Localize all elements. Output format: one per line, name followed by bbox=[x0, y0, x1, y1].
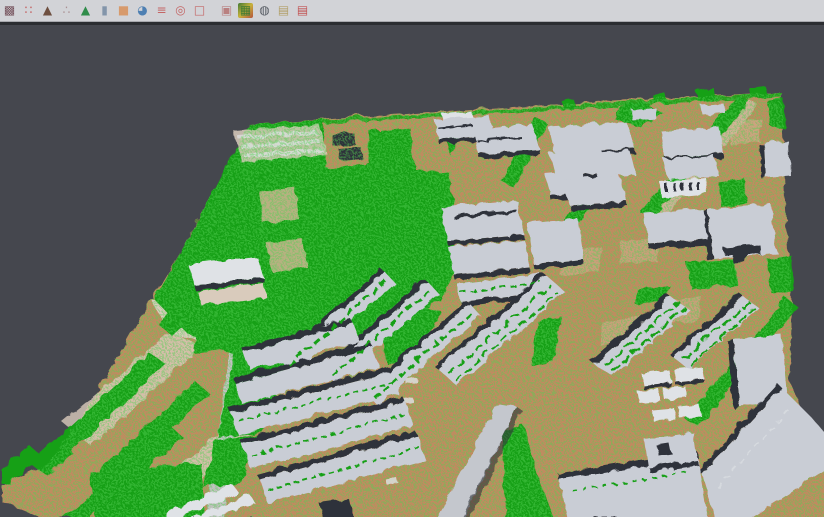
layers-icon[interactable]: ≡ bbox=[154, 3, 169, 18]
sphere-dark-icon[interactable]: ◍ bbox=[257, 3, 272, 18]
globe-icon[interactable]: ◕ bbox=[135, 3, 150, 18]
terrain-green-icon[interactable]: ▲ bbox=[78, 3, 93, 18]
export-doc-icon[interactable]: ▤ bbox=[276, 3, 291, 18]
sparse-points-icon[interactable]: ∴ bbox=[59, 3, 74, 18]
application-window: ▩ ∷ ▲ ∴ ▲ ▮ ■ ◕ ≡ ◎ □ ▣ ▦ ◍ ▤ ▤ bbox=[0, 0, 824, 517]
mesh-icon[interactable]: ▩ bbox=[2, 3, 17, 18]
ring-icon[interactable]: ◎ bbox=[173, 3, 188, 18]
crop-icon[interactable]: ▣ bbox=[219, 3, 234, 18]
point-cloud-icon[interactable]: ∷ bbox=[21, 3, 36, 18]
terrain-brown-icon[interactable]: ▲ bbox=[40, 3, 55, 18]
ortho-tile-icon[interactable]: ■ bbox=[116, 3, 131, 18]
column-icon[interactable]: ▮ bbox=[97, 3, 112, 18]
toolbar-shadow-line bbox=[0, 22, 824, 25]
3d-viewport[interactable] bbox=[0, 22, 824, 517]
classification-icon[interactable]: ▦ bbox=[238, 3, 253, 18]
terrain-scene bbox=[0, 22, 824, 517]
selection-frame-icon[interactable]: □ bbox=[192, 3, 207, 18]
toolbar: ▩ ∷ ▲ ∴ ▲ ▮ ■ ◕ ≡ ◎ □ ▣ ▦ ◍ ▤ ▤ bbox=[0, 0, 824, 22]
report-icon[interactable]: ▤ bbox=[295, 3, 310, 18]
